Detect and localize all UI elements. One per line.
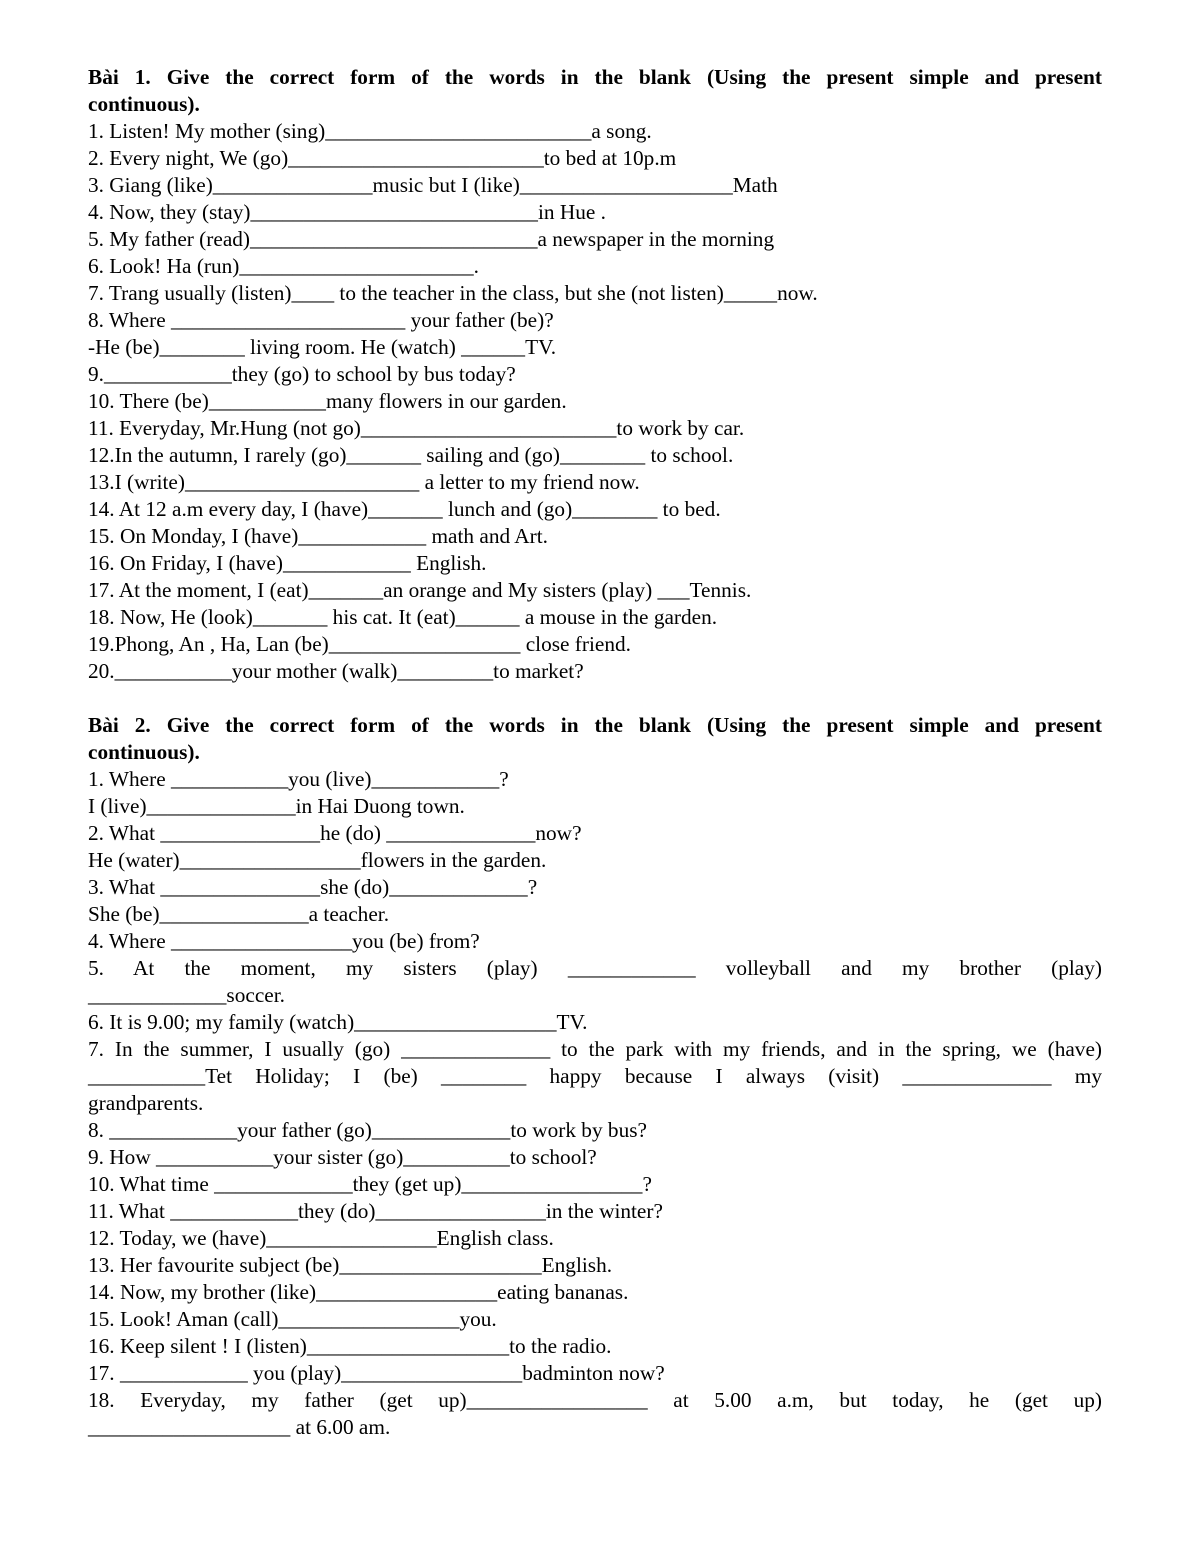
exercise-item: 4. Now, they (stay)_____________________… [88, 200, 606, 224]
exercise-item: 8. ____________your father (go)_________… [88, 1118, 647, 1142]
exercise-item: 6. It is 9.00; my family (watch)________… [88, 1010, 588, 1034]
exercise-item: 6. Look! Ha (run)______________________. [88, 254, 479, 278]
exercise-item: 8. Where ______________________ your fat… [88, 308, 554, 332]
exercise-item: 15. On Monday, I (have)____________ math… [88, 524, 548, 548]
exercise-item: 9.____________they (go) to school by bus… [88, 362, 516, 386]
exercise-item: 16. On Friday, I (have)____________ Engl… [88, 551, 487, 575]
exercise-item: She (be)______________a teacher. [88, 902, 390, 926]
exercise-item: -He (be)________ living room. He (watch)… [88, 335, 557, 359]
exercise-item: 14. At 12 a.m every day, I (have)_______… [88, 497, 721, 521]
exercise-item: 11. What ____________they (do)__________… [88, 1199, 663, 1223]
exercise-item: 7. In the summer, I usually (go) _______… [88, 1037, 1102, 1061]
exercise-2: Bài 2. Give the correct form of the word… [88, 712, 1102, 1441]
exercise-item: 16. Keep silent ! I (listen)____________… [88, 1334, 612, 1358]
exercise-2-title-cont: continuous). [88, 740, 200, 764]
exercise-item-cont: ___________Tet Holiday; I (be) ________ … [88, 1064, 1102, 1088]
exercise-item: He (water)_________________flowers in th… [88, 848, 547, 872]
exercise-item-cont: ___________________ at 6.00 am. [88, 1415, 391, 1439]
exercise-item-cont: grandparents. [88, 1091, 204, 1115]
exercise-item: 7. Trang usually (listen)____ to the tea… [88, 281, 818, 305]
exercise-item: 13. Her favourite subject (be)__________… [88, 1253, 613, 1277]
exercise-item: 17. ____________ you (play)_____________… [88, 1361, 665, 1385]
exercise-1-title: Bài 1. Give the correct form of the word… [88, 65, 1102, 89]
exercise-item: 2. What _______________he (do) _________… [88, 821, 582, 845]
exercise-item: 13.I (write)______________________ a let… [88, 470, 640, 494]
exercise-item: 4. Where _________________you (be) from? [88, 929, 480, 953]
exercise-item: I (live)______________in Hai Duong town. [88, 794, 465, 818]
exercise-item: 2. Every night, We (go)_________________… [88, 146, 677, 170]
exercise-2-title: Bài 2. Give the correct form of the word… [88, 713, 1102, 737]
exercise-1-title-cont: continuous). [88, 92, 200, 116]
exercise-item: 18. Now, He (look)_______ his cat. It (e… [88, 605, 718, 629]
exercise-item: 1. Where ___________you (live)__________… [88, 767, 509, 791]
exercise-item: 9. How ___________your sister (go)______… [88, 1145, 597, 1169]
exercise-item: 3. What _______________she (do)_________… [88, 875, 538, 899]
exercise-item: 10. There (be)___________many flowers in… [88, 389, 567, 413]
exercise-item: 17. At the moment, I (eat)_______an oran… [88, 578, 752, 602]
exercise-item: 5. At the moment, my sisters (play) ____… [88, 956, 1102, 980]
exercise-1-items: 1. Listen! My mother (sing)_____________… [88, 118, 1102, 685]
exercise-item: 18. Everyday, my father (get up)________… [88, 1388, 1102, 1412]
exercise-item: 1. Listen! My mother (sing)_____________… [88, 119, 652, 143]
exercise-item: 11. Everyday, Mr.Hung (not go)__________… [88, 416, 745, 440]
exercise-item: 20.___________your mother (walk)________… [88, 659, 584, 683]
exercise-item: 19.Phong, An , Ha, Lan (be)_____________… [88, 632, 631, 656]
worksheet-page: Bài 1. Give the correct form of the word… [88, 64, 1102, 1441]
exercise-item: 3. Giang (like)_______________music but … [88, 173, 778, 197]
exercise-1: Bài 1. Give the correct form of the word… [88, 64, 1102, 685]
exercise-2-items: 1. Where ___________you (live)__________… [88, 766, 1102, 1441]
exercise-item: 14. Now, my brother (like)______________… [88, 1280, 629, 1304]
exercise-item: 5. My father (read)_____________________… [88, 227, 775, 251]
exercise-item: 12.In the autumn, I rarely (go)_______ s… [88, 443, 734, 467]
exercise-item: 15. Look! Aman (call)_________________yo… [88, 1307, 497, 1331]
exercise-item-cont: _____________soccer. [88, 983, 285, 1007]
exercise-item: 10. What time _____________they (get up)… [88, 1172, 652, 1196]
exercise-item: 12. Today, we (have)________________Engl… [88, 1226, 554, 1250]
